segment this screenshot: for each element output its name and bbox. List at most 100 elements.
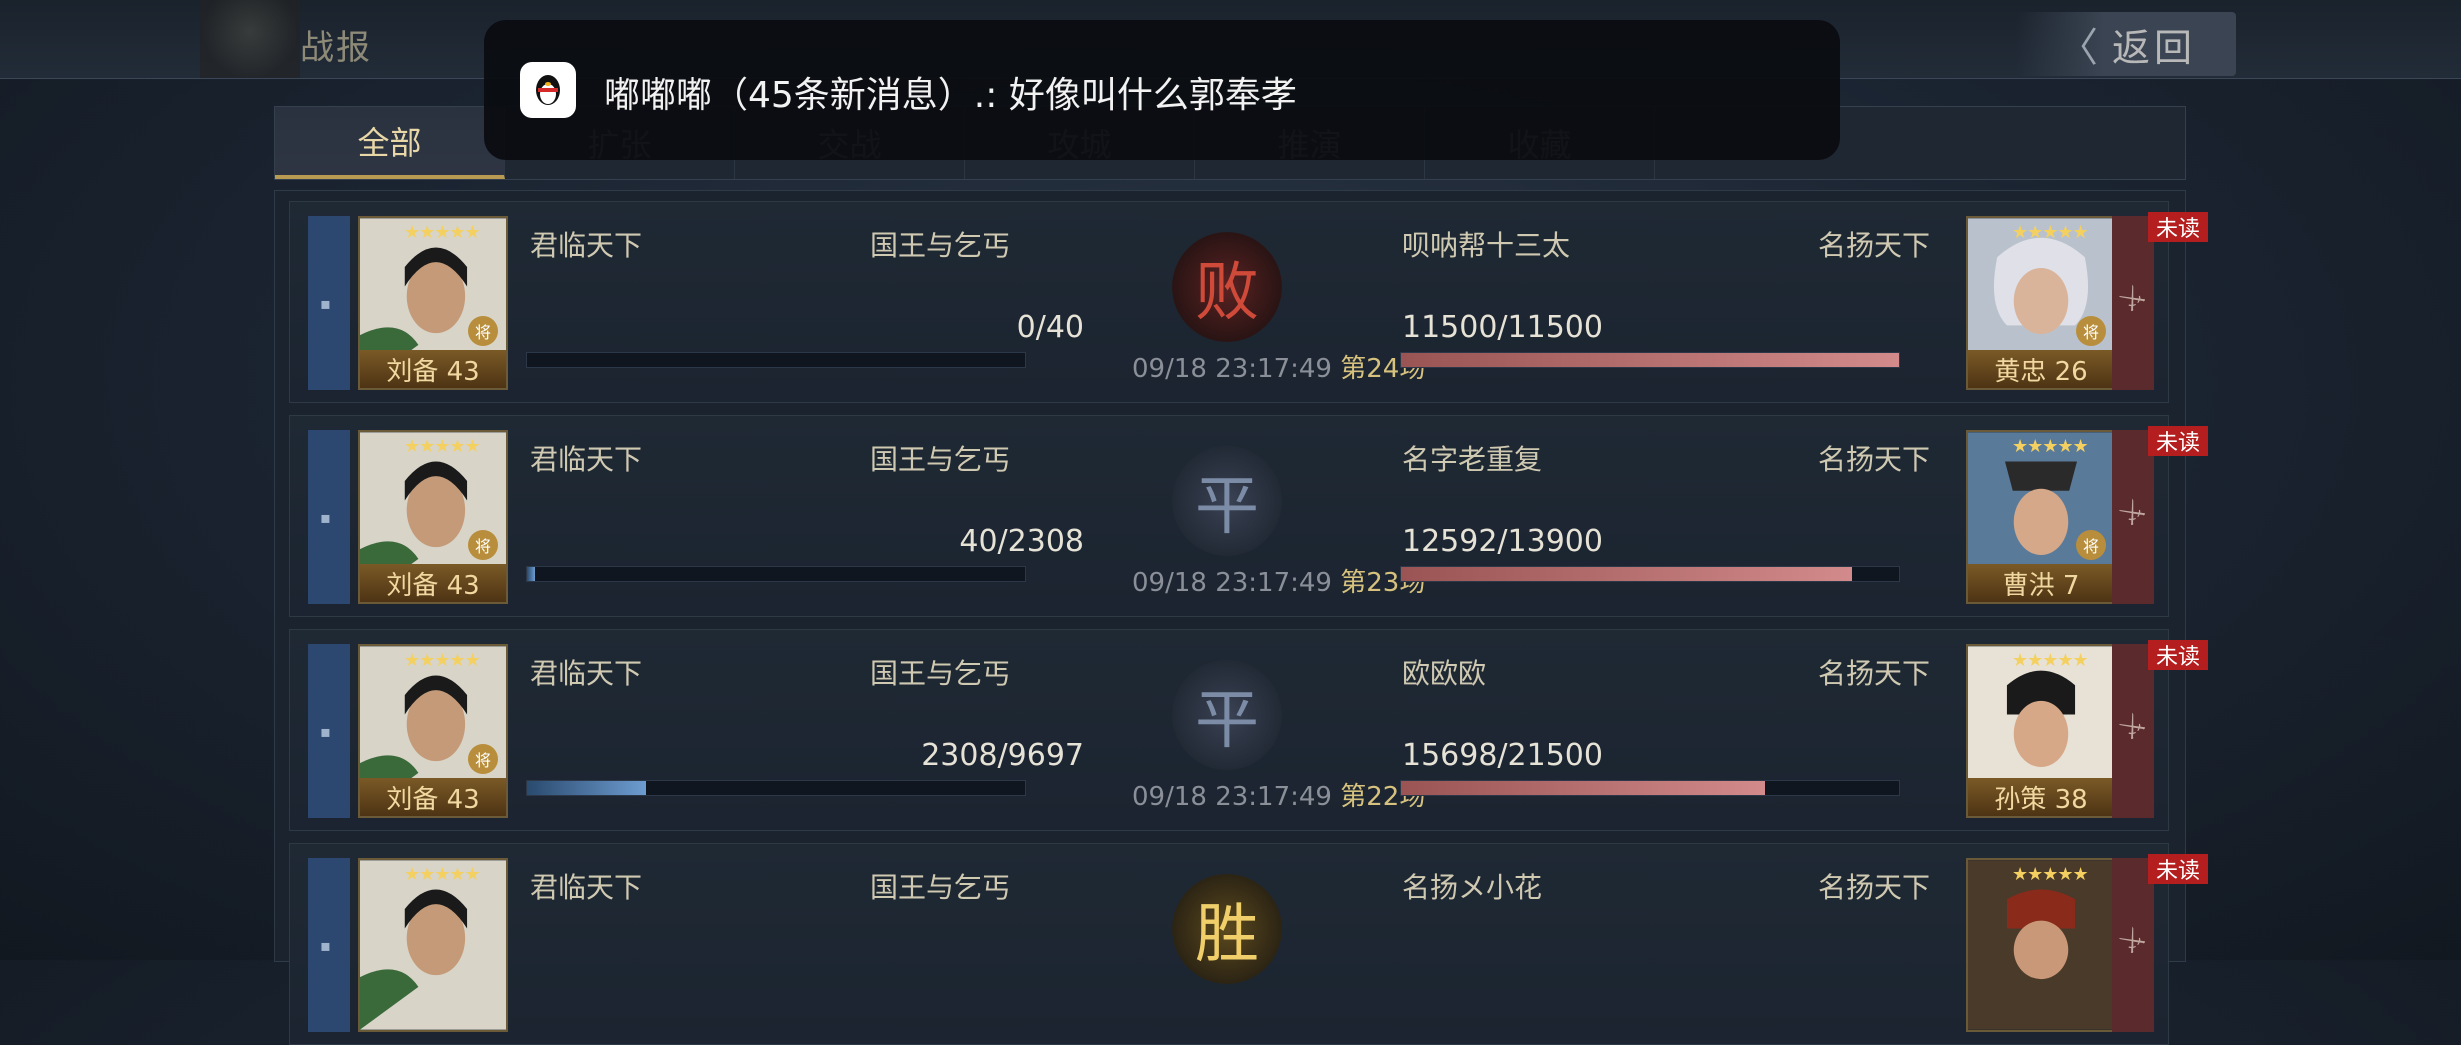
seal-icon: 将 [2076, 530, 2106, 560]
defender-troop-bar [1400, 780, 1900, 796]
notification-text: 嘟嘟嘟（45条新消息）.: 好像叫什么郭奉孝 [604, 75, 1297, 116]
bookmark-icon: ▪ [320, 936, 331, 955]
favorite-toggle[interactable]: ▪ [308, 430, 350, 604]
result-badge: 平 [1172, 660, 1282, 770]
seal-icon: 将 [2076, 316, 2106, 346]
seal-icon: 将 [468, 530, 498, 560]
timestamp: 09/18 23:17:49 [1132, 568, 1332, 598]
general-name: 刘备 43 [360, 778, 506, 816]
attacker-troop-bar [526, 780, 1026, 796]
attacker-portrait: ★★★★★ 将 刘备 43 [358, 644, 508, 818]
battle-replay-button[interactable]: ⚔ [2112, 216, 2154, 390]
report-list: ▪ ★★★★★ 将 刘备 43 君临天下 国王与乞丐 0/40 败 09/18 … [274, 190, 2208, 1045]
defender-troop-fill [1401, 781, 1765, 795]
qq-penguin-icon [520, 62, 576, 118]
general-name: 曹洪 7 [1968, 564, 2114, 602]
attacker-troop-bar [526, 566, 1026, 582]
defender-portrait: ★★★★★ 将 曹洪 7 [1966, 430, 2116, 604]
attacker-portrait: ★★★★★ [358, 858, 508, 1032]
bookmark-icon: ▪ [320, 294, 331, 313]
attacker-troop-fill [527, 781, 646, 795]
defender-troop-fill [1401, 353, 1899, 367]
star-rating: ★★★★★ [2012, 650, 2089, 671]
defender-alliance: 名扬天下 [1818, 657, 1931, 690]
attacker-troop-fill [527, 567, 536, 581]
unread-badge: 未读 [2148, 854, 2208, 884]
star-rating: ★★★★★ [2012, 436, 2089, 457]
timestamp: 09/18 23:17:49 [1132, 782, 1332, 812]
defender-troops: 15698/21500 [1402, 738, 1603, 773]
defender-portrait: ★★★★★ 孙策 38 [1966, 644, 2116, 818]
attacker-troop-bar [526, 352, 1026, 368]
star-rating: ★★★★★ [404, 222, 481, 243]
seal-icon: 将 [468, 744, 498, 774]
chat-notification[interactable]: 嘟嘟嘟（45条新消息）.: 好像叫什么郭奉孝 [484, 20, 1840, 160]
report-row[interactable]: ▪ ★★★★★ 将 刘备 43 君临天下 国王与乞丐 0/40 败 09/18 … [289, 201, 2208, 403]
timestamp: 09/18 23:17:49 [1132, 354, 1332, 384]
attacker-player: 国王与乞丐 [870, 871, 1011, 904]
defender-portrait: ★★★★★ [1966, 858, 2116, 1032]
attacker-player: 国王与乞丐 [870, 229, 1011, 262]
general-portrait-image [1968, 860, 2114, 1030]
seal-icon: 将 [468, 316, 498, 346]
report-row[interactable]: ▪ ★★★★★ 将 刘备 43 君临天下 国王与乞丐 40/2308 平 09/… [289, 415, 2208, 617]
unread-badge: 未读 [2148, 426, 2208, 456]
defender-player: 欧欧欧 [1402, 657, 1487, 690]
defender-alliance: 名扬天下 [1818, 229, 1931, 262]
sword-icon: ⚔ [2112, 919, 2153, 962]
battle-time: 09/18 23:17:49 第24场 [1132, 348, 1425, 385]
attacker-portrait: ★★★★★ 将 刘备 43 [358, 430, 508, 604]
battle-replay-button[interactable]: ⚔ [2112, 430, 2154, 604]
star-rating: ★★★★★ [404, 436, 481, 457]
back-label: 返回 [2111, 25, 2196, 70]
star-rating: ★★★★★ [2012, 222, 2089, 243]
tab-all[interactable]: 全部 [275, 107, 505, 179]
back-arrow-icon: 〈 [2057, 25, 2098, 71]
attacker-alliance: 君临天下 [530, 657, 643, 690]
attacker-alliance: 君临天下 [530, 443, 643, 476]
page-title: 战报 [300, 28, 372, 68]
result-badge: 胜 [1172, 874, 1282, 984]
general-name: 刘备 43 [360, 564, 506, 602]
defender-alliance: 名扬天下 [1818, 871, 1931, 904]
attacker-troops: 2308/9697 [921, 738, 1084, 773]
bookmark-icon: ▪ [320, 508, 331, 527]
defender-player: 呗呐帮十三太 [1402, 229, 1571, 262]
defender-troop-fill [1401, 567, 1853, 581]
report-row[interactable]: ▪ ★★★★★ 君临天下 国王与乞丐 胜 名扬メ小花 名扬天下 ★★★★★ ⚔ … [289, 843, 2208, 1045]
favorite-toggle[interactable]: ▪ [308, 644, 350, 818]
battle-replay-button[interactable]: ⚔ [2112, 858, 2154, 1032]
defender-portrait: ★★★★★ 将 黄忠 26 [1966, 216, 2116, 390]
defender-troops: 11500/11500 [1402, 310, 1603, 345]
attacker-troops: 0/40 [1016, 310, 1084, 345]
emblem-icon [200, 0, 300, 78]
general-name: 孙策 38 [1968, 778, 2114, 816]
report-row[interactable]: ▪ ★★★★★ 将 刘备 43 君临天下 国王与乞丐 2308/9697 平 0… [289, 629, 2208, 831]
favorite-toggle[interactable]: ▪ [308, 858, 350, 1032]
defender-player: 名扬メ小花 [1402, 871, 1543, 904]
battle-replay-button[interactable]: ⚔ [2112, 644, 2154, 818]
attacker-troops: 40/2308 [959, 524, 1084, 559]
defender-player: 名字老重复 [1402, 443, 1543, 476]
attacker-portrait: ★★★★★ 将 刘备 43 [358, 216, 508, 390]
back-button[interactable]: 〈 返回 [2016, 12, 2236, 76]
unread-badge: 未读 [2148, 212, 2208, 242]
star-rating: ★★★★★ [2012, 864, 2089, 885]
defender-alliance: 名扬天下 [1818, 443, 1931, 476]
attacker-alliance: 君临天下 [530, 229, 643, 262]
favorite-toggle[interactable]: ▪ [308, 216, 350, 390]
bookmark-icon: ▪ [320, 722, 331, 741]
attacker-player: 国王与乞丐 [870, 443, 1011, 476]
general-portrait-image [360, 860, 506, 1030]
battle-time: 09/18 23:17:49 第23场 [1132, 562, 1425, 599]
sword-icon: ⚔ [2112, 705, 2153, 748]
attacker-player: 国王与乞丐 [870, 657, 1011, 690]
defender-troop-bar [1400, 352, 1900, 368]
defender-troop-bar [1400, 566, 1900, 582]
defender-troops: 12592/13900 [1402, 524, 1603, 559]
star-rating: ★★★★★ [404, 864, 481, 885]
sword-icon: ⚔ [2112, 277, 2153, 320]
battle-time: 09/18 23:17:49 第22场 [1132, 776, 1425, 813]
general-name: 刘备 43 [360, 350, 506, 388]
sword-icon: ⚔ [2112, 491, 2153, 534]
